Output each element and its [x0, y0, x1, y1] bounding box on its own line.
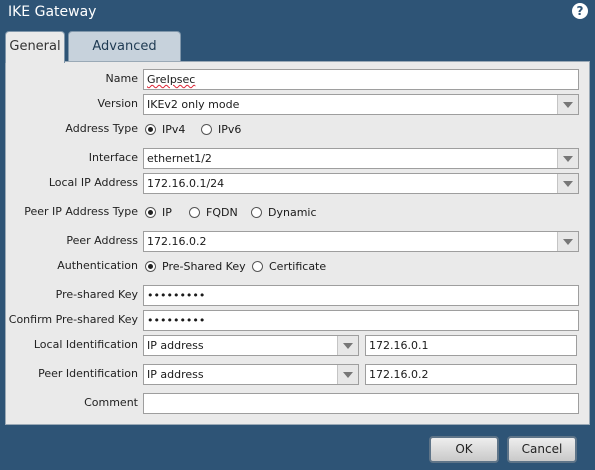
- local-id-type-value: IP address: [147, 339, 204, 352]
- preshared-key-label: Pre-shared Key: [55, 288, 138, 301]
- authentication-label: Authentication: [57, 259, 138, 272]
- peer-address-value: 172.16.0.2: [147, 235, 207, 248]
- peer-id-type-value: IP address: [147, 368, 204, 381]
- chevron-down-icon[interactable]: [337, 336, 358, 355]
- local-id-value: 172.16.0.1: [369, 339, 429, 352]
- peer-address-select[interactable]: 172.16.0.2: [143, 231, 579, 252]
- version-select[interactable]: IKEv2 only mode: [143, 94, 579, 115]
- version-label: Version: [97, 97, 138, 110]
- help-icon[interactable]: ?: [572, 3, 588, 19]
- chevron-down-icon[interactable]: [337, 365, 358, 384]
- chevron-down-icon[interactable]: [557, 95, 578, 114]
- local-ip-label: Local IP Address: [48, 176, 138, 189]
- radio-empty-icon: [251, 206, 262, 218]
- peer-ip-type-ip-radio[interactable]: IP: [145, 205, 172, 221]
- confirm-key-label: Confirm Pre-shared Key: [8, 313, 138, 326]
- authentication-psk-radio[interactable]: Pre-Shared Key: [145, 259, 246, 275]
- chevron-down-icon[interactable]: [557, 149, 578, 168]
- local-id-value-field[interactable]: 172.16.0.1: [365, 335, 577, 356]
- tab-general[interactable]: General: [5, 31, 65, 63]
- radio-selected-icon: [145, 260, 156, 272]
- peer-id-value-field[interactable]: 172.16.0.2: [365, 364, 577, 385]
- interface-label: Interface: [88, 151, 138, 164]
- ike-gateway-dialog: IKE Gateway ? General Advanced Options N…: [0, 0, 595, 470]
- radio-empty-icon: [189, 206, 200, 218]
- cancel-button[interactable]: Cancel: [507, 436, 577, 463]
- confirm-key-field[interactable]: •••••••••: [143, 310, 579, 331]
- preshared-key-value: •••••••••: [147, 289, 206, 302]
- tab-advanced-options[interactable]: Advanced Options: [68, 31, 181, 84]
- local-ip-select[interactable]: 172.16.0.1/24: [143, 173, 579, 194]
- interface-value: ethernet1/2: [147, 152, 212, 165]
- comment-field[interactable]: [143, 393, 579, 414]
- peer-id-value: 172.16.0.2: [369, 368, 429, 381]
- peer-ip-type-fqdn-radio[interactable]: FQDN: [189, 205, 238, 221]
- confirm-key-value: •••••••••: [147, 314, 206, 327]
- local-id-type-select[interactable]: IP address: [143, 335, 359, 356]
- local-id-label: Local Identification: [33, 338, 138, 351]
- peer-id-type-select[interactable]: IP address: [143, 364, 359, 385]
- radio-selected-icon: [145, 123, 156, 135]
- radio-empty-icon: [201, 123, 212, 135]
- ok-button[interactable]: OK: [429, 436, 499, 463]
- peer-ip-type-label: Peer IP Address Type: [24, 205, 138, 218]
- name-label: Name: [105, 72, 138, 85]
- radio-selected-icon: [145, 206, 156, 218]
- peer-ip-type-dynamic-radio[interactable]: Dynamic: [251, 205, 317, 221]
- version-value: IKEv2 only mode: [147, 98, 240, 111]
- interface-select[interactable]: ethernet1/2: [143, 148, 579, 169]
- chevron-down-icon[interactable]: [557, 174, 578, 193]
- chevron-down-icon[interactable]: [557, 232, 578, 251]
- peer-id-label: Peer Identification: [38, 367, 138, 380]
- name-field[interactable]: GreIpsec: [143, 69, 579, 90]
- address-type-ipv6-radio[interactable]: IPv6: [201, 122, 241, 138]
- title-bar: IKE Gateway ?: [0, 0, 595, 28]
- authentication-certificate-radio[interactable]: Certificate: [252, 259, 326, 275]
- peer-address-label: Peer Address: [66, 234, 138, 247]
- dialog-title: IKE Gateway: [8, 4, 97, 20]
- comment-label: Comment: [84, 396, 138, 409]
- preshared-key-field[interactable]: •••••••••: [143, 285, 579, 306]
- name-value: GreIpsec: [147, 73, 196, 86]
- local-ip-value: 172.16.0.1/24: [147, 177, 225, 190]
- address-type-label: Address Type: [65, 122, 138, 135]
- address-type-ipv4-radio[interactable]: IPv4: [145, 122, 185, 138]
- radio-empty-icon: [252, 260, 263, 272]
